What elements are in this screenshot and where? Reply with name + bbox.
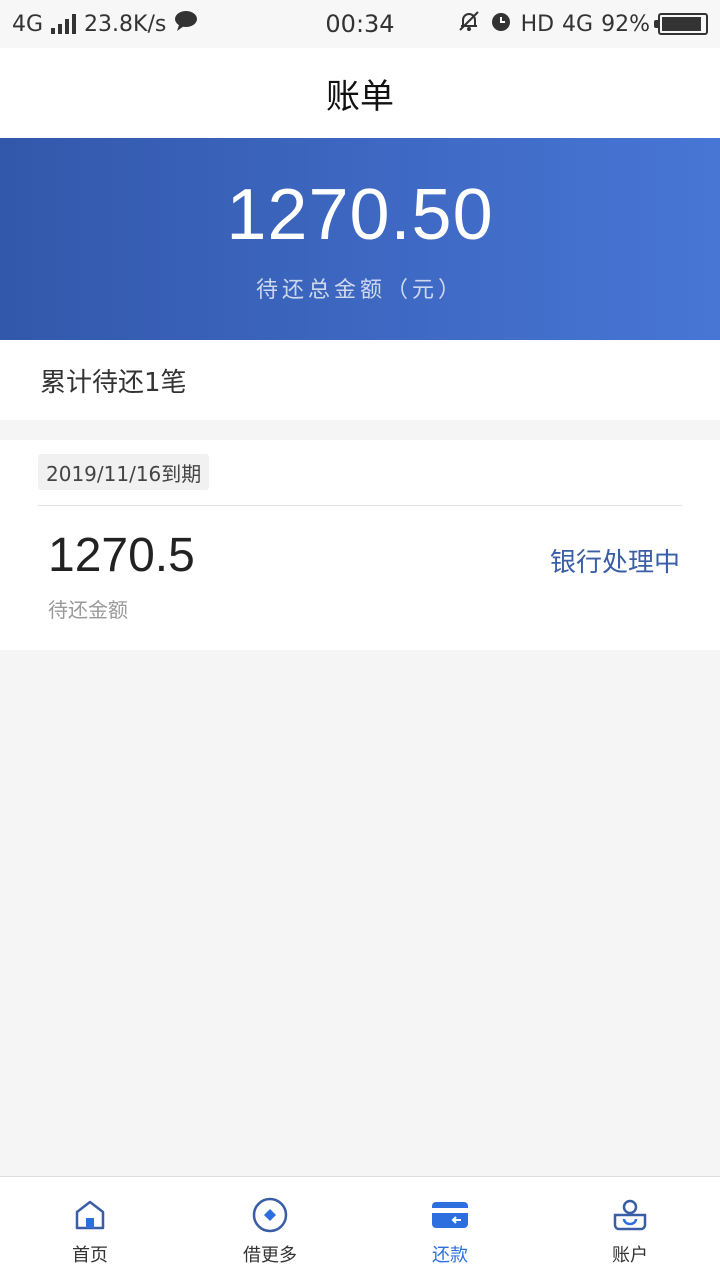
alarm-icon: [489, 9, 513, 39]
network-type: 4G: [12, 11, 44, 37]
status-bar: 4G 23.8K/s 00:34 HD 4G 92%: [0, 0, 720, 48]
borrow-icon: [250, 1195, 290, 1235]
tab-home[interactable]: 首页: [0, 1177, 180, 1280]
bill-card[interactable]: 2019/11/16到期 1270.5 待还金额 银行处理中: [0, 440, 720, 650]
status-left: 4G 23.8K/s: [12, 10, 198, 38]
hd-indicator: HD: [520, 11, 555, 37]
due-date-tag: 2019/11/16到期: [38, 454, 210, 490]
network-type-right: 4G: [562, 11, 594, 37]
tab-home-label: 首页: [72, 1245, 108, 1266]
tab-repay-label: 还款: [432, 1245, 468, 1266]
message-icon: [174, 10, 198, 38]
bill-status: 银行处理中: [549, 548, 680, 578]
pending-count-row: 累计待还1笔: [0, 340, 720, 420]
bottom-tab-bar: 首页 借更多 还款 账户: [0, 1176, 720, 1280]
battery-percent: 92%: [601, 11, 650, 37]
repay-card-icon: [430, 1195, 470, 1235]
account-icon: [610, 1195, 650, 1235]
battery-icon: [654, 13, 708, 35]
tab-borrow-label: 借更多: [243, 1245, 297, 1266]
signal-icon: [51, 14, 77, 34]
pending-count: 累计待还1笔: [40, 367, 187, 398]
header: 账单: [0, 48, 720, 138]
bill-amount: 1270.5: [48, 529, 195, 582]
mute-bell-icon: [457, 9, 481, 39]
network-speed: 23.8K/s: [84, 11, 167, 37]
tab-borrow[interactable]: 借更多: [180, 1177, 360, 1280]
status-right: HD 4G 92%: [457, 9, 708, 39]
total-amount-label: 待还总金额（元）: [255, 278, 464, 303]
tab-repay[interactable]: 还款: [360, 1177, 540, 1280]
total-amount: 1270.50: [226, 175, 494, 255]
tab-account[interactable]: 账户: [540, 1177, 720, 1280]
home-icon: [70, 1195, 110, 1235]
summary-banner: 1270.50 待还总金额（元）: [0, 138, 720, 340]
page-title: 账单: [326, 76, 394, 117]
bill-amount-label: 待还金额: [48, 598, 128, 622]
tab-account-label: 账户: [612, 1245, 648, 1266]
divider: [38, 505, 682, 506]
